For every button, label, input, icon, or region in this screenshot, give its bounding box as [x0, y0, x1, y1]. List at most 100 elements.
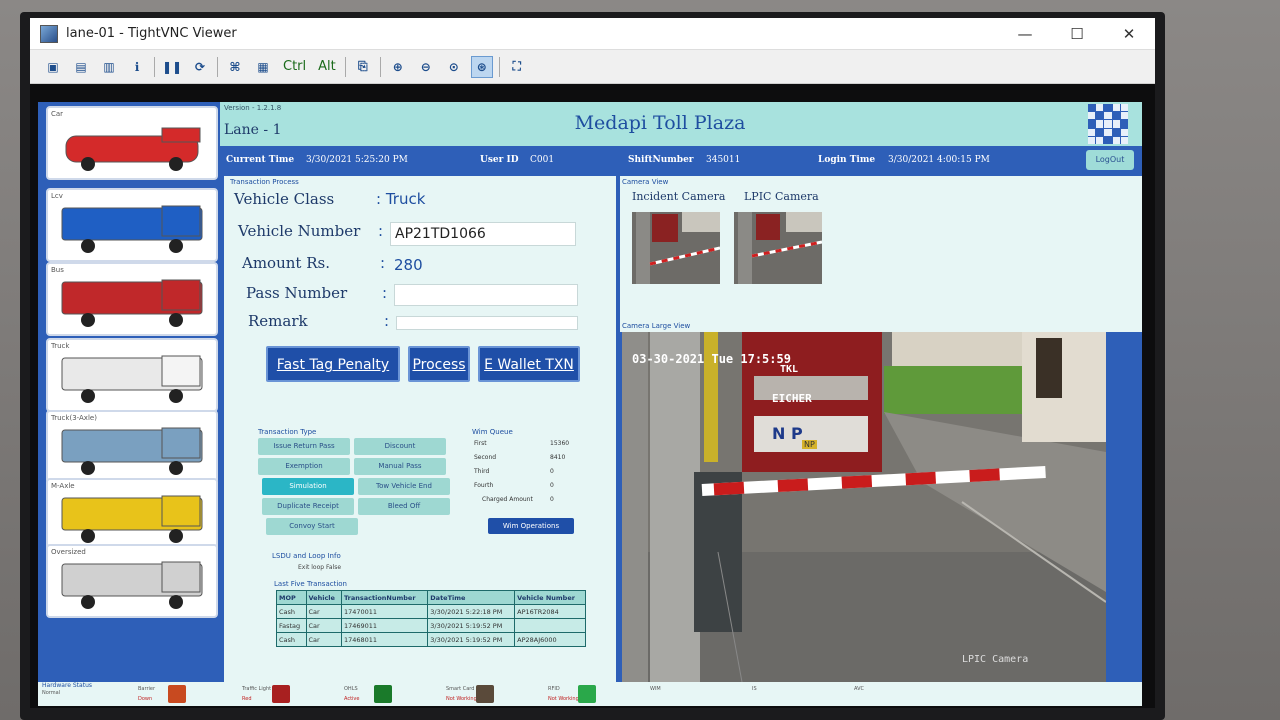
user-id-label: User ID — [480, 155, 519, 165]
table-cell: AP16TR2084 — [514, 604, 586, 619]
table-cell: Cash — [276, 604, 307, 619]
vehicle-number-input[interactable]: AP21TD1066 — [390, 222, 576, 246]
last-five-label: Last Five Transaction — [274, 580, 347, 588]
remark-colon: : — [384, 312, 390, 330]
incident-camera-feed[interactable] — [632, 212, 720, 284]
table-row[interactable]: Cash Car 17470011 3/30/2021 5:22:18 PM AP16T… — [276, 604, 586, 619]
txn-type-issue-return-pass-button[interactable]: Issue Return Pass — [258, 438, 350, 455]
wim-operations-button[interactable]: Wim Operations — [488, 518, 574, 534]
amount-label: Amount Rs. — [242, 254, 330, 272]
vehicle-class-bus[interactable]: Bus — [46, 262, 218, 336]
pass-number-label: Pass Number — [246, 284, 348, 302]
vehicle-cab — [161, 205, 201, 237]
vehicle-image — [61, 561, 203, 609]
vehicle-class-truck-3-axle-[interactable]: Truck(3-Axle) — [46, 410, 218, 484]
table-cell: Cash — [276, 632, 307, 647]
fast-tag-penalty-button[interactable]: Fast Tag Penalty — [266, 346, 400, 382]
vehicle-class-list: Car Lcv Bus Truck Truck(3-Axle) M-Axle Oversiz… — [38, 102, 220, 706]
alt-key-button[interactable]: Alt — [315, 56, 339, 78]
vehicle-class-car[interactable]: Car — [46, 106, 218, 180]
vehicle-class-oversized[interactable]: Oversized — [46, 544, 218, 618]
table-row[interactable]: Fastag Car 17469011 3/30/2021 5:19:52 PM — [276, 618, 586, 633]
login-time-value: 3/30/2021 4:00:15 PM — [888, 155, 990, 165]
zoom-fit-icon[interactable]: ⊛ — [470, 55, 493, 78]
hardware-item-state: Not Working — [446, 696, 477, 702]
logout-button[interactable]: LogOut — [1086, 150, 1134, 170]
wim-row-label: Charged Amount — [482, 496, 533, 503]
new-connection-icon[interactable]: ▣ — [42, 56, 64, 78]
save-icon[interactable]: ▤ — [70, 56, 92, 78]
txn-type-manual-pass-button[interactable]: Manual Pass — [354, 458, 446, 475]
camera-scene — [622, 332, 1106, 682]
vehicle-wheel — [169, 389, 183, 403]
ctrl-key-button[interactable]: Ctrl — [280, 56, 309, 78]
remark-input[interactable] — [396, 316, 578, 330]
txn-type-discount-button[interactable]: Discount — [354, 438, 446, 455]
camera-large-view-label: Camera Large View — [622, 322, 691, 330]
lpic-camera-label: LPIC Camera — [744, 190, 819, 203]
vehicle-class-label: Truck — [51, 342, 70, 350]
lpic-camera-feed[interactable] — [734, 212, 822, 284]
close-button[interactable]: ✕ — [1103, 25, 1155, 43]
hardware-status-icon — [476, 685, 494, 703]
zoom-100-icon[interactable]: ⊙ — [443, 56, 465, 78]
txn-type-duplicate-receipt-button[interactable]: Duplicate Receipt — [262, 498, 354, 515]
options-icon[interactable]: ▥ — [98, 56, 120, 78]
clipboard-icon[interactable]: ⎘ — [352, 56, 374, 78]
txn-type-convoy-start-button[interactable]: Convoy Start — [266, 518, 358, 535]
vehicle-class-label: Car — [51, 110, 64, 118]
toolbar-separator — [379, 56, 381, 77]
truck-top-text: TKL — [780, 364, 799, 375]
table-cell — [514, 618, 586, 633]
maximize-button[interactable]: ☐ — [1051, 25, 1103, 43]
info-bar: Current Time 3/30/2021 5:25:20 PM User I… — [220, 146, 1142, 174]
vehicle-image — [65, 127, 201, 171]
camera-panel: Camera View Incident Camera LPIC Camera … — [620, 176, 1142, 332]
win-key-icon[interactable]: ▦ — [252, 56, 274, 78]
table-row[interactable]: Cash Car 17468011 3/30/2021 5:19:52 PM AP28A… — [276, 632, 586, 647]
minimize-button[interactable]: — — [999, 25, 1051, 43]
vehicle-cab — [161, 355, 201, 387]
table-cell: Car — [305, 604, 342, 619]
info-icon[interactable]: ℹ — [126, 56, 148, 78]
hardware-item-name: OHLS — [344, 686, 358, 692]
plaza-title: Medapi Toll Plaza — [574, 112, 746, 134]
zoom-in-icon[interactable]: ⊕ — [387, 56, 409, 78]
process-button[interactable]: Process — [408, 346, 470, 382]
vehicle-image — [61, 279, 203, 327]
table-cell: AP28AJ6000 — [514, 632, 586, 647]
wim-row-value: 15360 — [550, 440, 570, 447]
ctrl-alt-del-icon[interactable]: ⌘ — [224, 56, 246, 78]
hardware-status-icon — [578, 685, 596, 703]
table-cell: Car — [305, 618, 342, 633]
vehicle-class-truck[interactable]: Truck — [46, 338, 218, 412]
incident-camera-label: Incident Camera — [632, 190, 726, 203]
txn-type-tow-vehicle-end-button[interactable]: Tow Vehicle End — [358, 478, 450, 495]
refresh-icon[interactable]: ⟳ — [189, 56, 211, 78]
remark-label: Remark — [248, 312, 308, 330]
ewallet-txn-button[interactable]: E Wallet TXN — [478, 346, 580, 382]
txn-type-simulation-button[interactable]: Simulation — [262, 478, 354, 495]
wim-row-value: 0 — [550, 468, 554, 475]
hardware-status-icon — [272, 685, 290, 703]
window-title: lane-01 - TightVNC Viewer — [66, 26, 237, 41]
pass-number-colon: : — [382, 284, 388, 302]
pause-icon[interactable]: ❚❚ — [161, 56, 183, 78]
hardware-status-bar: Hardware Status Normal Barrier Down Traffi… — [38, 682, 1142, 706]
transaction-section-label: Transaction Process — [230, 178, 299, 186]
camera-large-view[interactable]: 03-30-2021 Tue 17:5:59 TKL EICHER N P NP… — [622, 332, 1106, 682]
user-id-value: C001 — [530, 155, 555, 165]
table-cell: 3/30/2021 5:19:52 PM — [427, 632, 516, 647]
plaza-logo — [1088, 104, 1128, 144]
pass-number-input[interactable] — [394, 284, 578, 306]
vehicle-class-m-axle[interactable]: M-Axle — [46, 478, 218, 552]
vnc-window: lane-01 - TightVNC Viewer — ☐ ✕ ▣ ▤ ▥ ℹ … — [30, 18, 1155, 708]
vehicle-class-label: Bus — [51, 266, 64, 274]
vehicle-class-lcv[interactable]: Lcv — [46, 188, 218, 262]
fullscreen-icon[interactable]: ⛶ — [506, 56, 528, 78]
txn-type-bleed-off-button[interactable]: Bleed Off — [358, 498, 450, 515]
hardware-item-state: Down — [138, 696, 153, 702]
wim-row-label: Third — [474, 468, 490, 475]
zoom-out-icon[interactable]: ⊖ — [415, 56, 437, 78]
txn-type-exemption-button[interactable]: Exemption — [258, 458, 350, 475]
